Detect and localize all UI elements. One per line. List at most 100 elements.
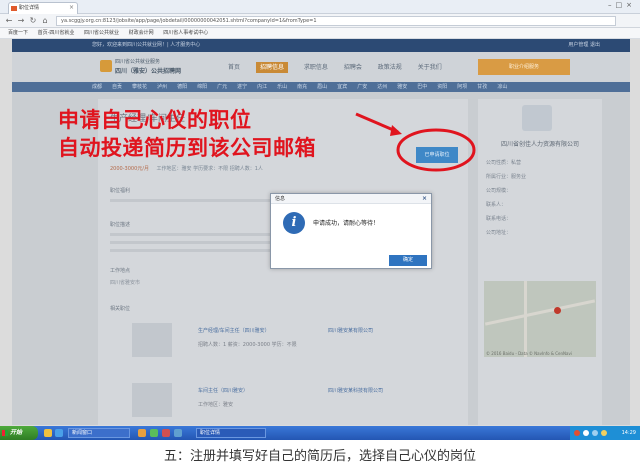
refresh-icon[interactable]: ↻ [28, 16, 38, 26]
region-category-item[interactable]: 乐山 [277, 84, 287, 90]
section-location: 工作地点 [110, 268, 131, 274]
region-category-item[interactable]: 泸州 [157, 84, 167, 90]
job-thumbnail-icon [132, 323, 172, 357]
region-category-item[interactable]: 绵阳 [197, 84, 207, 90]
bookmark-item[interactable]: 百度一下 [8, 28, 28, 39]
region-category-item[interactable]: 达州 [377, 84, 387, 90]
user-links[interactable]: 用户管理 退出 [568, 39, 600, 52]
windows-logo-icon [2, 430, 8, 436]
region-category-item[interactable]: 雅安 [397, 84, 407, 90]
nav-item-policy[interactable]: 政策法规 [378, 64, 402, 71]
taskbar-item[interactable]: 新闻窗口 [68, 428, 130, 438]
nav-item-seekers[interactable]: 求职信息 [304, 64, 328, 71]
region-category-item[interactable]: 广安 [357, 84, 367, 90]
nav-item-jobs[interactable]: 招聘信息 [255, 62, 288, 73]
nav-item-about[interactable]: 关于我们 [418, 64, 442, 71]
welcome-text: 您好，欢迎来到四川公共就业网！| 人才服务中心 [92, 42, 201, 48]
tray-icon[interactable] [601, 430, 607, 436]
region-category-item[interactable]: 南充 [297, 84, 307, 90]
company-info: 联系人： [486, 202, 507, 208]
site-nav: 首页 招聘信息 求职信息 招聘会 政策法规 关于我们 [228, 62, 456, 73]
logo-line2: 四川（雅安）公共招聘网 [115, 68, 182, 75]
region-category-item[interactable]: 宜宾 [337, 84, 347, 90]
bookmark-item[interactable]: 四川省人事考试中心 [163, 28, 208, 39]
site-header: 四川省公共就业服务 四川（雅安）公共招聘网 首页 招聘信息 求职信息 招聘会 政… [12, 52, 630, 82]
region-category-item[interactable]: 德阳 [177, 84, 187, 90]
bookmarks-bar: 百度一下 首页-四川省就业 四川省公共就业 财政会计网 四川省人事考试中心 [0, 28, 640, 39]
tab-close-icon[interactable]: × [69, 3, 74, 13]
tray-icon[interactable] [592, 430, 598, 436]
quicklaunch-icon[interactable] [55, 429, 63, 437]
company-info: 公司规模： [486, 188, 512, 194]
company-map[interactable]: © 2016 Baidu - Data © NavInfo & CenNavi [484, 281, 596, 357]
section-description: 职位描述 [110, 222, 131, 228]
window-controls[interactable]: –□× [608, 1, 636, 9]
region-category-item[interactable]: 成都 [92, 84, 102, 90]
region-category-item[interactable]: 甘孜 [477, 84, 487, 90]
region-category-item[interactable]: 内江 [257, 84, 267, 90]
tab-title: 职位详情 [19, 5, 40, 11]
dialog-close-icon[interactable]: × [422, 194, 427, 204]
home-icon[interactable]: ⌂ [40, 16, 50, 26]
quicklaunch-icon[interactable] [162, 429, 170, 437]
region-category-item[interactable]: 攀枝花 [132, 84, 147, 90]
back-icon[interactable]: ← [4, 16, 14, 26]
salary-row: 2000-3000元/月 工作地区：雅安 学历要求：不限 招聘人数：1人 [110, 165, 263, 172]
quicklaunch-icon[interactable] [174, 429, 182, 437]
site-logo[interactable]: 四川省公共就业服务 四川（雅安）公共招聘网 [100, 58, 190, 76]
tray-icon[interactable] [574, 430, 580, 436]
bookmark-item[interactable]: 四川省公共就业 [84, 28, 119, 39]
url-input[interactable]: ya.scggjy.org.cn:8123/jobsite/app/page/j… [56, 16, 616, 26]
service-button[interactable]: 职业介绍服务 [478, 59, 570, 75]
nav-item-fairs[interactable]: 招聘会 [344, 64, 362, 71]
apply-job-button[interactable]: 已申请职位 [416, 147, 458, 163]
bookmark-item[interactable]: 财政会计网 [129, 28, 154, 39]
info-icon: i [283, 212, 305, 234]
related-job-title[interactable]: 生产经理/车间主任（四川雅安） [198, 327, 270, 334]
related-job-company[interactable]: 四川雅安某科技有限公司 [328, 387, 383, 394]
region-category-item[interactable]: 巴中 [417, 84, 427, 90]
salary-value: 2000-3000元/月 [110, 166, 149, 172]
company-logo-icon [522, 105, 552, 131]
quicklaunch-icon[interactable] [44, 429, 52, 437]
region-category-item[interactable]: 阿坝 [457, 84, 467, 90]
company-sidebar: 四川省创佳人力资源有限公司 公司性质：私营 所属行业：服务业 公司规模： 联系人… [478, 99, 602, 425]
site-top-strip: 您好，欢迎来到四川公共就业网！| 人才服务中心 用户管理 退出 [12, 39, 630, 52]
region-category-item[interactable]: 遂宁 [237, 84, 247, 90]
related-job-company[interactable]: 四川雅安某有限公司 [328, 327, 373, 334]
annotation-line1: 申请自己心仪的职位 [58, 108, 252, 132]
region-category-item[interactable]: 眉山 [317, 84, 327, 90]
address-bar-row: ← → ↻ ⌂ ya.scggjy.org.cn:8123/jobsite/ap… [0, 14, 640, 28]
nav-item-home[interactable]: 首页 [228, 64, 240, 71]
region-category-item[interactable]: 资阳 [437, 84, 447, 90]
region-category-item[interactable]: 自贡 [112, 84, 122, 90]
logo-line1: 四川省公共就业服务 [115, 59, 161, 65]
location-value: 四川省雅安市 [110, 280, 141, 286]
section-benefits: 职位福利 [110, 188, 131, 194]
success-dialog: 信息 × i 申请成功，请耐心等待！ 确定 [270, 193, 432, 269]
map-caption: © 2016 Baidu - Data © NavInfo & CenNavi [486, 351, 572, 356]
bookmark-item[interactable]: 首页-四川省就业 [38, 28, 75, 39]
forward-icon[interactable]: → [16, 16, 26, 26]
region-category-item[interactable]: 凉山 [497, 84, 507, 90]
dialog-ok-button[interactable]: 确定 [389, 255, 427, 266]
related-job-detail: 工作地区：雅安 [198, 402, 234, 408]
job-meta: 工作地区：雅安 学历要求：不限 招聘人数：1人 [156, 166, 263, 172]
quicklaunch-icon[interactable] [150, 429, 158, 437]
related-job-title[interactable]: 车间主任（四川雅安） [198, 387, 248, 394]
job-thumbnail-icon [132, 383, 172, 417]
company-info: 公司地址： [486, 230, 512, 236]
company-name[interactable]: 四川省创佳人力资源有限公司 [478, 139, 602, 148]
dialog-header: 信息 × [271, 194, 431, 204]
region-category-item[interactable]: 广元 [217, 84, 227, 90]
browser-tab[interactable]: 职位详情 × [8, 2, 78, 14]
taskbar-item-active[interactable]: 职位详情 [196, 428, 266, 438]
quicklaunch-icon[interactable] [138, 429, 146, 437]
company-info: 公司性质：私营 [486, 160, 522, 166]
start-button[interactable]: 开始 [0, 426, 38, 440]
map-pin-icon [554, 307, 561, 314]
region-category-bar: 成都 自贡 攀枝花 泸州 德阳 绵阳 广元 遂宁 内江 乐山 南充 眉山 宜宾 广安 达州 雅安 巴中 资阳 阿坝 甘… [12, 82, 630, 92]
screenshot-frame: 职位详情 × –□× ← → ↻ ⌂ ya.scggjy.org.cn:8123… [0, 0, 640, 440]
favicon-icon [11, 6, 17, 11]
tray-icon[interactable] [583, 430, 589, 436]
